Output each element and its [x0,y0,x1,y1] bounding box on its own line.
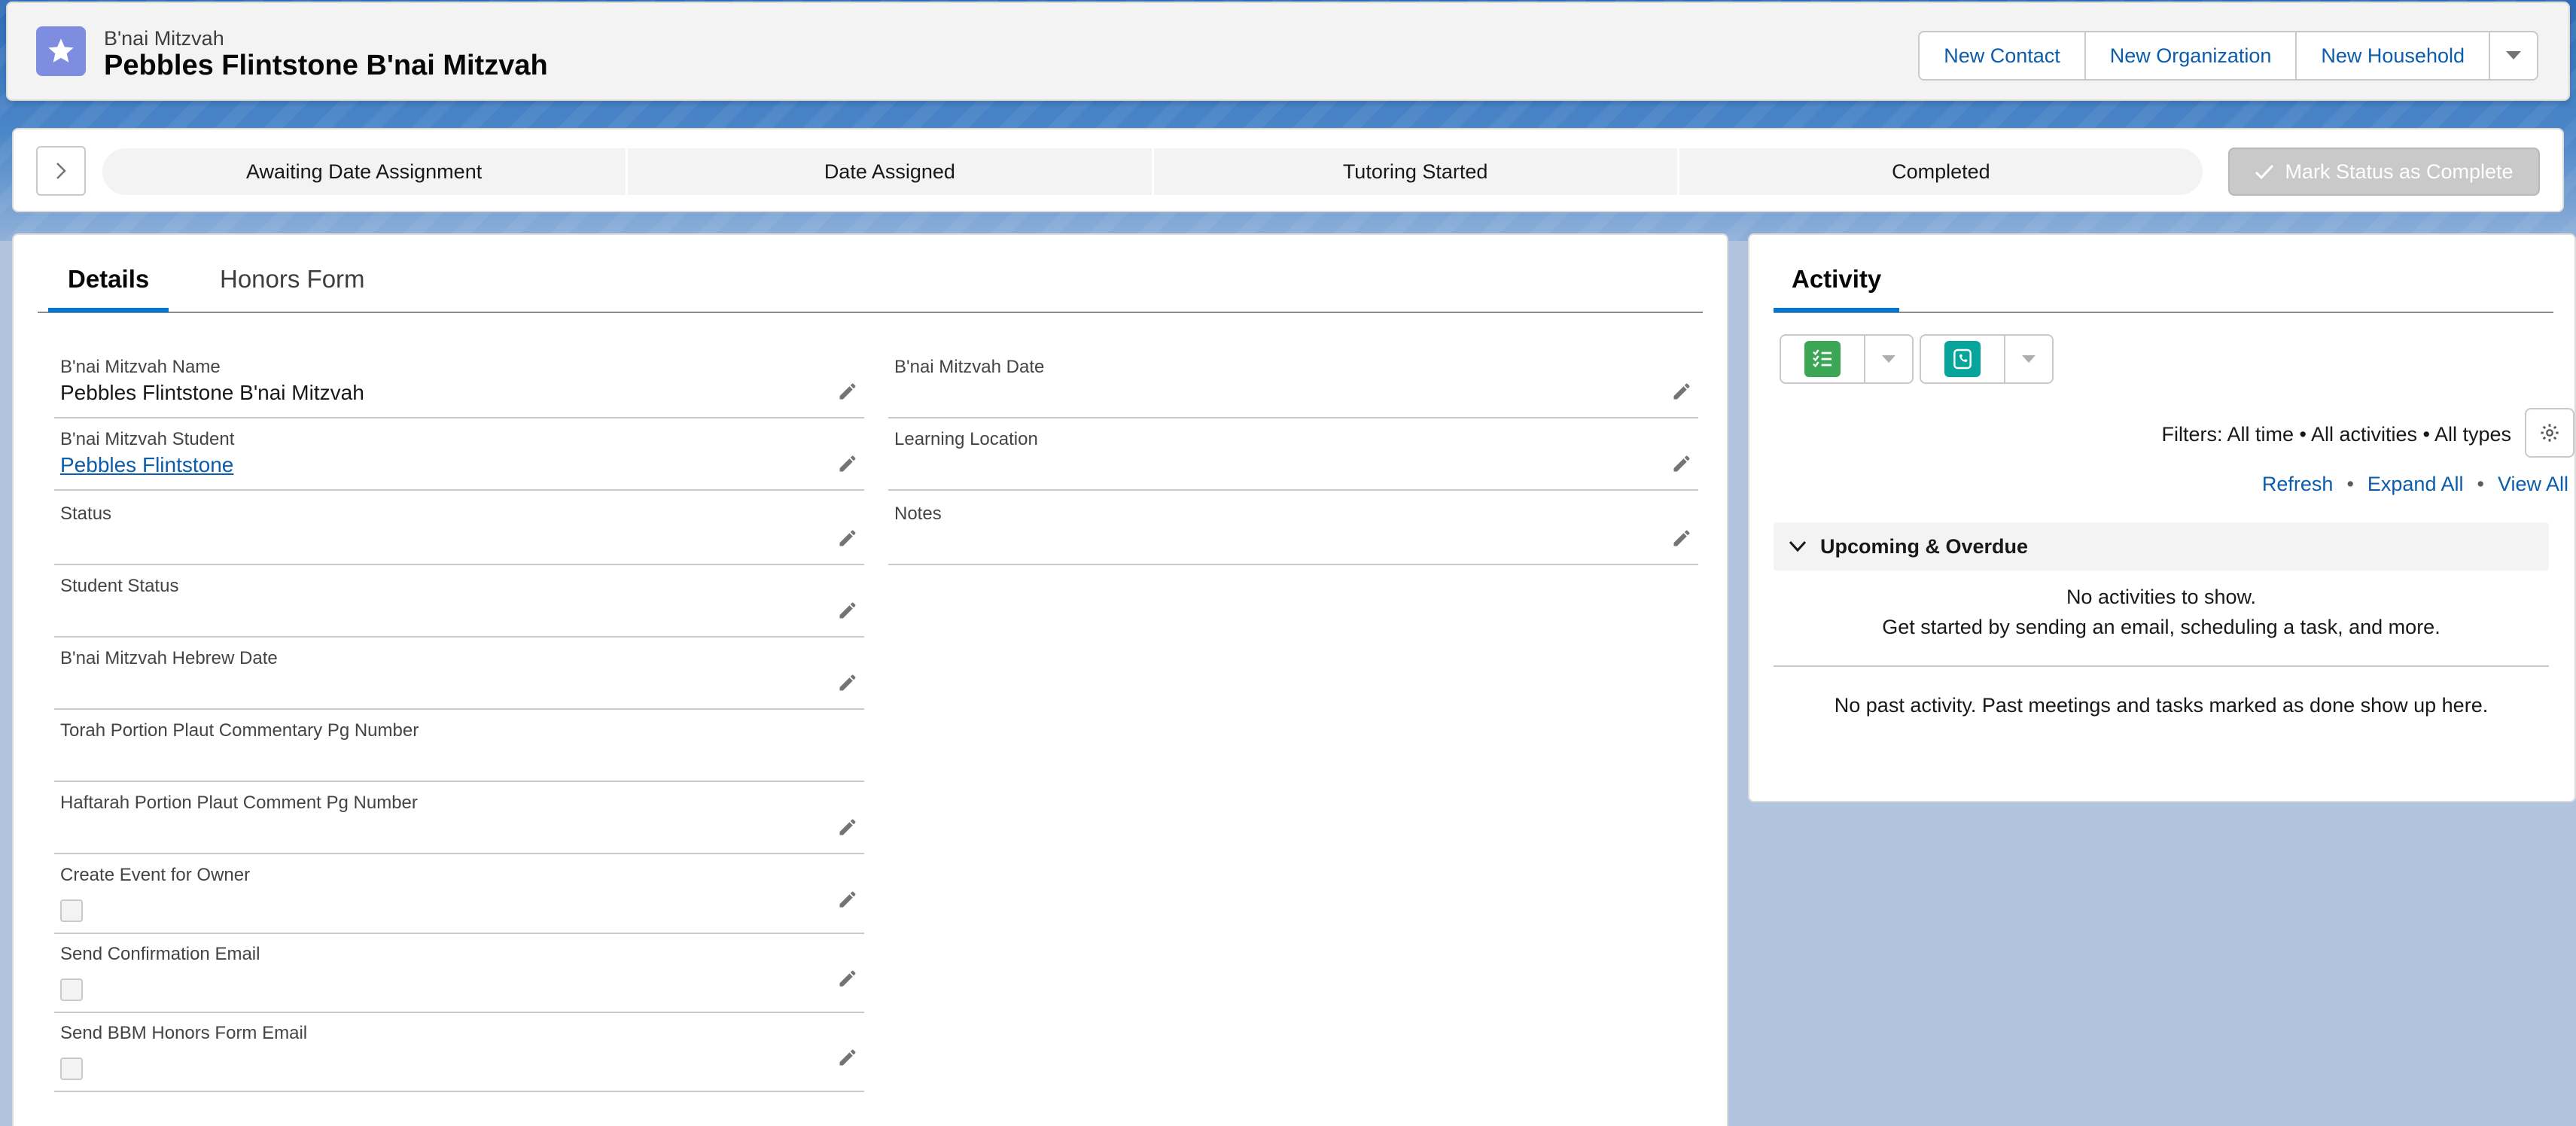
edit-pencil-icon[interactable] [837,672,858,693]
activity-filters-text: Filters: All time • All activities • All… [2161,423,2511,446]
refresh-link[interactable]: Refresh [2262,473,2334,496]
field-haftarah-portion-pg: Haftarah Portion Plaut Comment Pg Number [54,784,864,854]
field-label: Notes [894,504,942,524]
field-label: B'nai Mitzvah Name [60,357,221,377]
field-create-event-for-owner: Create Event for Owner [54,856,864,934]
field-label: Create Event for Owner [60,865,251,885]
field-label: Send BBM Honors Form Email [60,1023,308,1043]
mark-status-complete-button[interactable]: Mark Status as Complete [2228,148,2540,196]
path-stage[interactable]: Awaiting Date Assignment [102,148,626,195]
log-call-icon [1944,341,1981,377]
field-learning-location: Learning Location [888,420,1698,491]
new-contact-button[interactable]: New Contact [1920,32,2086,79]
path-stage[interactable]: Date Assigned [626,148,1151,195]
field-label: Status [60,504,112,524]
path-card: Awaiting Date Assignment Date Assigned T… [12,128,2564,212]
new-task-dropdown[interactable] [1865,336,1912,382]
path-toggle-button[interactable] [36,146,86,196]
edit-pencil-icon[interactable] [1671,381,1692,402]
chevron-down-icon [2022,355,2036,363]
field-label: B'nai Mitzvah Student [60,429,235,449]
record-title: Pebbles Flintstone B'nai Mitzvah [104,50,548,81]
chevron-down-icon [2506,51,2521,59]
send-confirmation-checkbox[interactable] [60,978,83,1001]
new-task-button-group [1780,334,1914,384]
field-student-status: Student Status [54,567,864,638]
activity-divider [1774,665,2549,667]
star-icon [36,26,86,76]
past-activity-message: No past activity. Past meetings and task… [1834,694,2489,717]
empty-state-title: No activities to show. [2066,586,2257,608]
field-bnai-mitzvah-student: B'nai Mitzvah Student Pebbles Flintstone [54,420,864,491]
edit-pencil-icon[interactable] [837,381,858,402]
chevron-down-icon [1882,355,1895,363]
edit-pencil-icon[interactable] [837,453,858,474]
field-label: Learning Location [894,429,1038,449]
separator: • [2477,473,2484,495]
activity-tabset: Activity [1773,235,2553,313]
separator: • [2346,473,2354,495]
upcoming-overdue-section-header[interactable]: Upcoming & Overdue [1774,522,2549,571]
field-label: B'nai Mitzvah Hebrew Date [60,648,278,668]
field-label: Student Status [60,576,179,596]
details-card: Details Honors Form B'nai Mitzvah Name P… [12,233,1728,1126]
field-send-confirmation-email: Send Confirmation Email [54,935,864,1013]
edit-pencil-icon[interactable] [1671,453,1692,474]
field-bnai-mitzvah-name: B'nai Mitzvah Name Pebbles Flintstone B'… [54,348,864,418]
edit-pencil-icon[interactable] [837,1047,858,1068]
log-call-button[interactable] [1921,336,2005,382]
field-label: Send Confirmation Email [60,944,260,964]
record-header: B'nai Mitzvah Pebbles Flintstone B'nai M… [6,2,2570,101]
field-send-bbm-honors-form-email: Send BBM Honors Form Email [54,1014,864,1092]
gear-icon [2541,424,2559,442]
expand-all-link[interactable]: Expand All [2367,473,2464,496]
tab-activity[interactable]: Activity [1773,265,1900,312]
log-call-button-group [1920,334,2054,384]
field-label: B'nai Mitzvah Date [894,357,1045,377]
view-all-link[interactable]: View All [2498,473,2568,496]
new-task-icon [1804,341,1841,377]
check-icon [2255,164,2274,180]
path-stages: Awaiting Date Assignment Date Assigned T… [102,148,2203,195]
path-stage[interactable]: Completed [1676,148,2203,195]
edit-pencil-icon[interactable] [837,817,858,838]
field-notes: Notes [888,495,1698,565]
create-event-checkbox[interactable] [60,899,83,922]
field-label: Haftarah Portion Plaut Comment Pg Number [60,793,418,813]
chevron-right-icon [56,163,66,179]
activity-settings-button[interactable] [2525,408,2574,458]
edit-pencil-icon[interactable] [837,600,858,621]
chevron-down-icon [1789,540,1807,552]
tab-honors-form[interactable]: Honors Form [220,265,365,294]
header-actions: New Contact New Organization New Househo… [1918,31,2538,81]
empty-state-message: Get started by sending an email, schedul… [1882,616,2441,638]
field-value: Pebbles Flintstone B'nai Mitzvah [60,381,364,404]
edit-pencil-icon[interactable] [1671,528,1692,549]
edit-pencil-icon[interactable] [837,889,858,910]
activity-card: Activity Filters: All time • All activit… [1748,233,2576,802]
edit-pencil-icon[interactable] [837,528,858,549]
details-tabset: Details Honors Form [38,235,1703,313]
activity-links: Refresh • Expand All • View All [2262,473,2568,496]
field-label: Torah Portion Plaut Commentary Pg Number [60,720,419,741]
edit-pencil-icon[interactable] [837,968,858,989]
object-type-label: B'nai Mitzvah [104,27,224,50]
mark-status-complete-label: Mark Status as Complete [2285,160,2514,183]
new-organization-button[interactable]: New Organization [2085,32,2297,79]
section-title: Upcoming & Overdue [1820,534,2029,558]
student-link[interactable]: Pebbles Flintstone [60,453,233,477]
field-torah-portion-pg: Torah Portion Plaut Commentary Pg Number [54,711,864,782]
field-bnai-mitzvah-date: B'nai Mitzvah Date [888,348,1698,418]
send-honors-form-checkbox[interactable] [60,1058,83,1080]
new-household-button[interactable]: New Household [2297,32,2490,79]
path-stage[interactable]: Tutoring Started [1151,148,1677,195]
tab-details[interactable]: Details [47,265,169,312]
log-call-dropdown[interactable] [2005,336,2052,382]
new-task-button[interactable] [1781,336,1865,382]
more-actions-button[interactable] [2490,32,2537,79]
field-hebrew-date: B'nai Mitzvah Hebrew Date [54,639,864,710]
field-status: Status [54,495,864,565]
